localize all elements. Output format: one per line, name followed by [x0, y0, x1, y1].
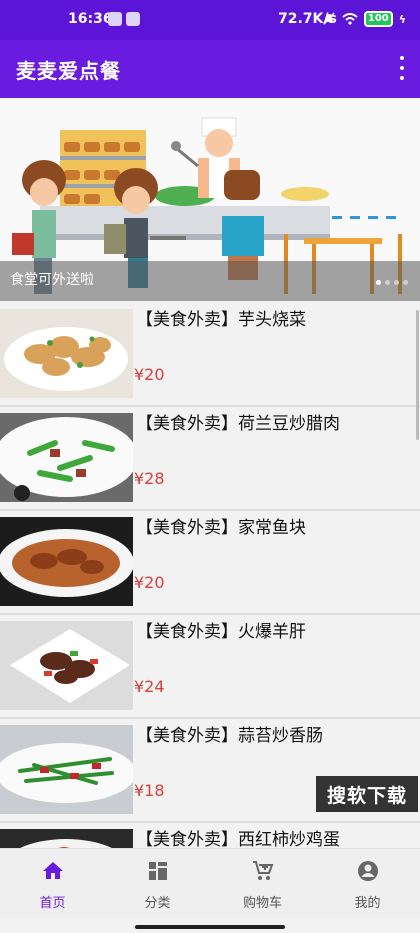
dish-photo — [0, 309, 133, 398]
app-title: 麦麦爱点餐 — [16, 59, 121, 83]
charging-icon: ϟ — [398, 12, 406, 26]
dish-price: ¥20 — [134, 365, 165, 384]
bottom-navigation: 首页 分类 购物车 我的 — [0, 848, 420, 919]
tab-home[interactable]: 首页 — [0, 849, 105, 919]
banner-caption: 食堂可外送啦 — [10, 272, 94, 288]
notification-icon — [108, 12, 122, 26]
more-vert-icon[interactable] — [398, 56, 406, 80]
banner-carousel[interactable]: 食堂可外送啦 — [0, 98, 420, 301]
gesture-bar[interactable] — [135, 925, 285, 929]
carousel-dot — [385, 280, 390, 285]
status-time: 16:36 — [68, 11, 113, 27]
dish-price: ¥24 — [134, 677, 165, 696]
dish-photo — [0, 621, 133, 710]
tab-cart[interactable]: 购物车 — [210, 849, 315, 919]
dish-name: 【美食外卖】西红柿炒鸡蛋 — [136, 830, 340, 848]
carousel-dot — [376, 280, 381, 285]
food-list[interactable]: 【美食外卖】芋头烧菜 ¥20 【美食外卖】荷兰豆炒腊肉 ¥28 【美食外卖】家常… — [0, 303, 420, 848]
list-item[interactable]: 【美食外卖】家常鱼块 ¥20 — [0, 511, 420, 615]
tab-home-label: 首页 — [39, 896, 66, 911]
list-item[interactable]: 【美食外卖】荷兰豆炒腊肉 ¥28 — [0, 407, 420, 511]
dish-price: ¥18 — [134, 781, 165, 800]
tab-mine-label: 我的 — [354, 896, 381, 911]
cart-icon — [252, 861, 273, 880]
dish-photo — [0, 829, 133, 848]
dish-photo — [0, 517, 133, 606]
list-item[interactable]: 【美食外卖】火爆羊肝 ¥24 — [0, 615, 420, 719]
dish-name: 【美食外卖】荷兰豆炒腊肉 — [136, 414, 340, 434]
mute-icon — [323, 12, 335, 25]
tab-category-label: 分类 — [144, 896, 171, 911]
tab-category[interactable]: 分类 — [105, 849, 210, 919]
account-icon — [357, 861, 378, 881]
list-item[interactable]: 【美食外卖】西红柿炒鸡蛋 — [0, 823, 420, 848]
status-icons: 100 ϟ — [322, 11, 406, 27]
watermark-logo: 搜软下载 — [316, 776, 418, 812]
dish-name: 【美食外卖】家常鱼块 — [136, 518, 306, 538]
carousel-dot — [394, 280, 399, 285]
app-bar: 麦麦爱点餐 — [0, 40, 420, 98]
dish-photo — [0, 413, 133, 502]
tab-mine[interactable]: 我的 — [315, 849, 420, 919]
dish-price: ¥20 — [134, 573, 165, 592]
list-item[interactable]: 【美食外卖】芋头烧菜 ¥20 — [0, 303, 420, 407]
category-icon — [148, 862, 167, 880]
dish-name: 【美食外卖】火爆羊肝 — [136, 622, 306, 642]
status-bar: 16:36 72.7K/s 100 ϟ — [0, 0, 420, 40]
list-scrollbar[interactable] — [416, 310, 419, 440]
carousel-indicator — [376, 280, 408, 285]
dish-name: 【美食外卖】芋头烧菜 — [136, 310, 306, 330]
wifi-icon — [342, 13, 358, 25]
dish-name: 【美食外卖】蒜苔炒香肠 — [136, 726, 323, 746]
carousel-dot — [403, 280, 408, 285]
home-icon — [42, 862, 63, 879]
tab-cart-label: 购物车 — [242, 896, 282, 911]
notification-icon — [126, 12, 140, 26]
battery-icon: 100 — [363, 11, 393, 27]
dish-photo — [0, 725, 133, 814]
dish-price: ¥28 — [134, 469, 165, 488]
